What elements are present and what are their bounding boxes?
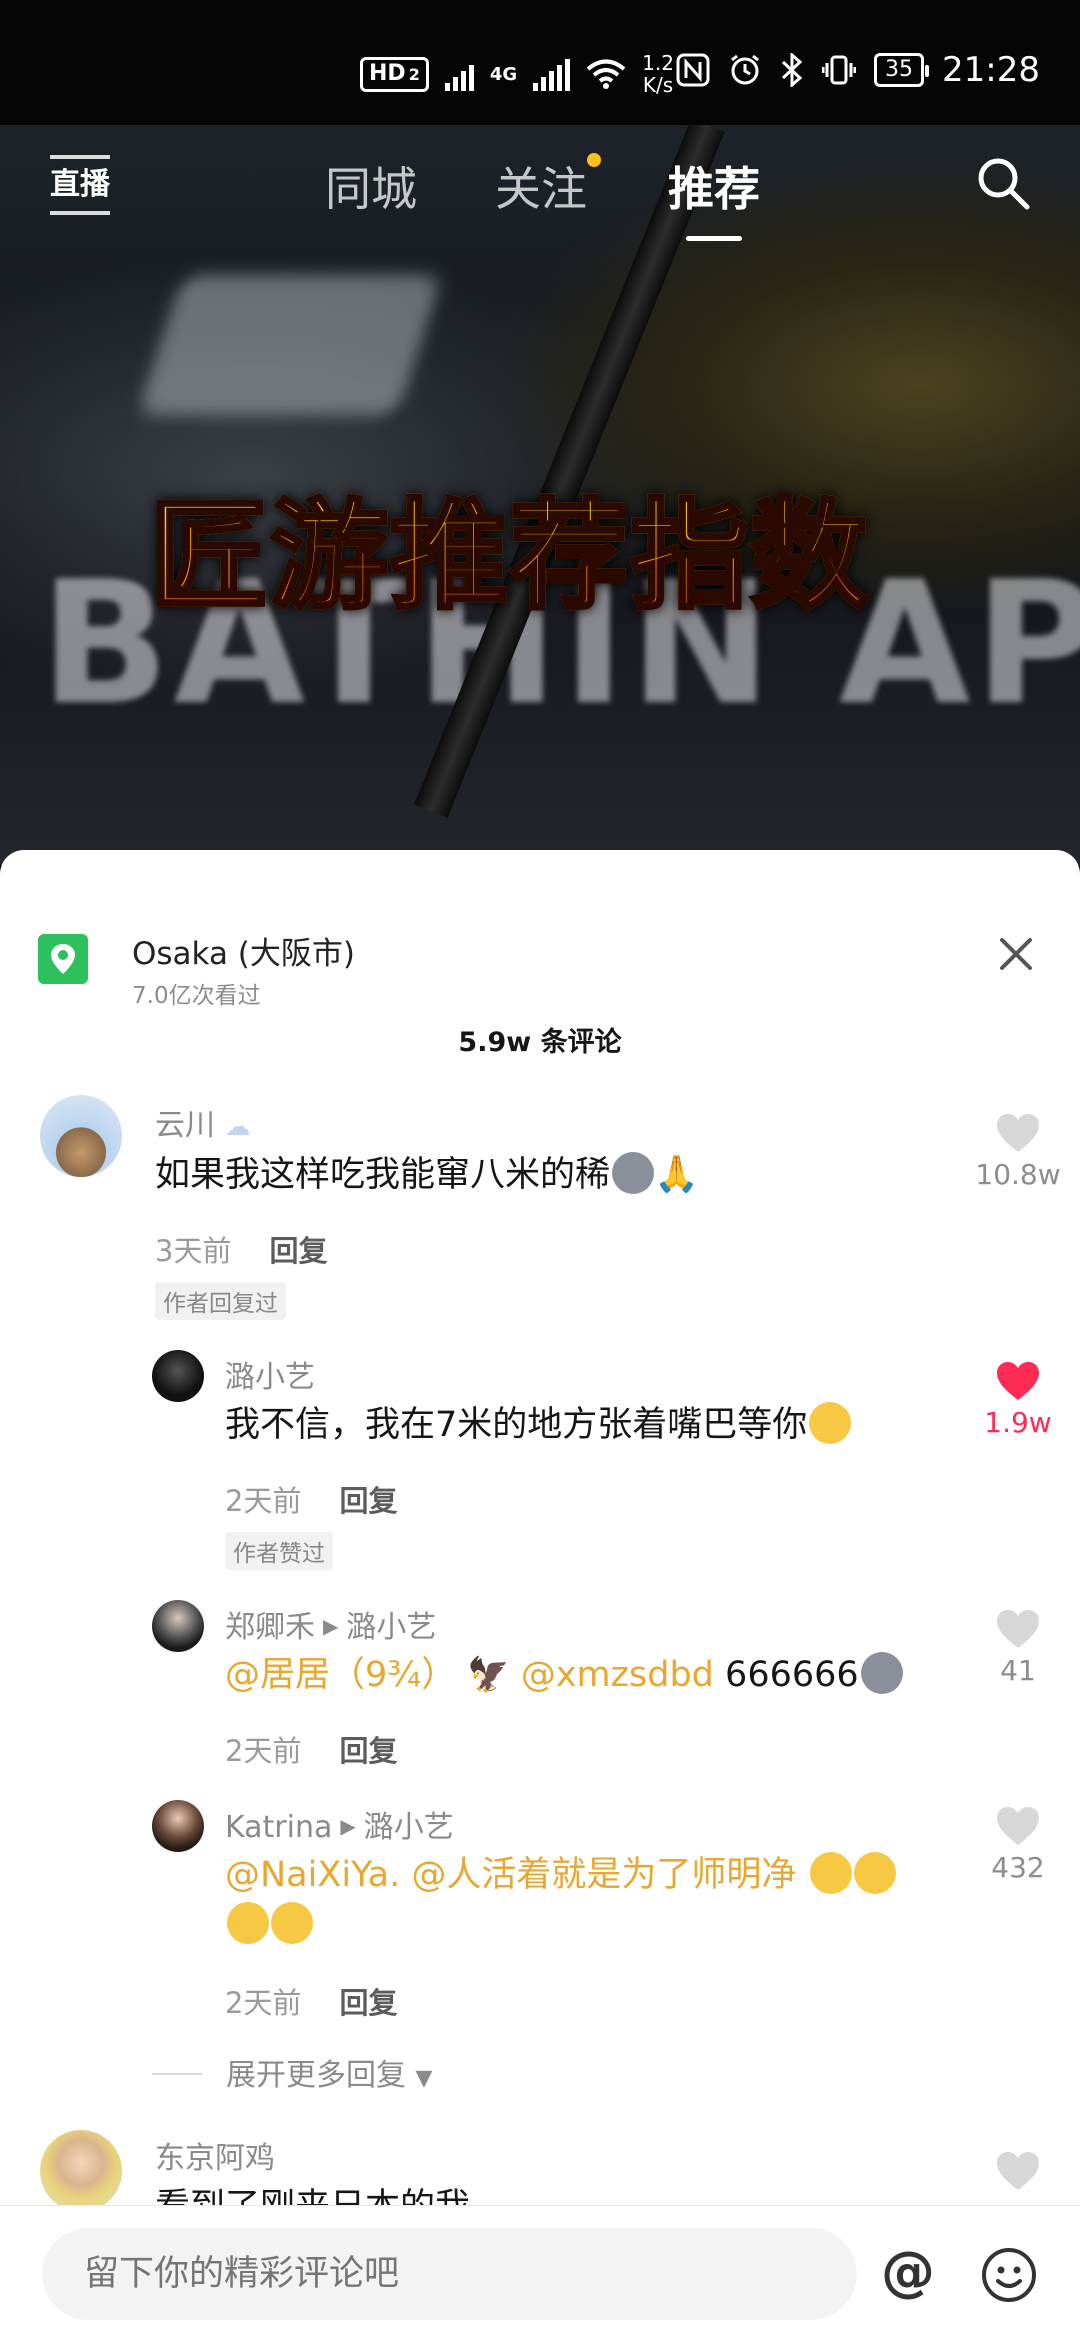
signal-bars-icon <box>444 57 474 91</box>
comment-author[interactable]: 郑卿禾 ▶ 潞小艺 <box>225 1602 436 1646</box>
comment-text: @NaiXiYa. @人活着就是为了师明净 <box>225 1850 896 1900</box>
author-liked-badge: 作者赞过 <box>225 1532 333 1570</box>
rofl-emoji-icon <box>809 1852 852 1894</box>
avatar[interactable] <box>40 1095 122 1177</box>
nfc-icon <box>676 53 710 87</box>
battery-indicator: 35 <box>874 53 930 87</box>
comment-sheet: Osaka (大阪市) 7.0亿次看过 5.9w 条评论 云川 ☁ 如果我这样吃… <box>0 850 1080 2340</box>
mention-button[interactable]: @ <box>880 2245 936 2302</box>
husky-emoji-icon <box>860 1652 903 1694</box>
husky-emoji-icon <box>612 1152 655 1194</box>
unread-dot <box>587 153 601 167</box>
comment-count: 5.9w 条评论 <box>458 1027 622 1058</box>
alarm-icon <box>731 54 759 85</box>
author-replied-badge: 作者回复过 <box>155 1282 286 1320</box>
avatar[interactable] <box>152 1800 204 1852</box>
like-count: 41 <box>1000 1654 1036 1687</box>
location-views: 7.0亿次看过 <box>132 983 261 1009</box>
blurred-logo-shape <box>137 275 443 415</box>
bluetooth-icon <box>781 53 803 87</box>
comment-meta: 2天前 回复 <box>225 1484 398 1518</box>
comment-input[interactable] <box>42 2228 857 2320</box>
like-count: 1.9w <box>984 1406 1052 1439</box>
chevron-down-icon: ▼ <box>415 2066 433 2091</box>
flushed-emoji-icon <box>809 1402 852 1444</box>
like-button[interactable]: 432 <box>963 1805 1073 1884</box>
close-icon[interactable] <box>990 928 1042 980</box>
reply-button[interactable]: 回复 <box>339 1734 397 1768</box>
video-overlay-title: 匠游推荐指数 <box>148 460 870 631</box>
reply-arrow-icon: ▶ <box>340 1814 356 1838</box>
heart-icon <box>997 2152 1039 2190</box>
signal-bars-2-icon <box>533 57 571 91</box>
tab-following[interactable]: 关注 <box>495 153 601 219</box>
comment-meta: 3天前 回复 <box>155 1234 328 1268</box>
active-tab-indicator <box>686 236 742 241</box>
heart-icon <box>997 1610 1039 1648</box>
search-icon[interactable] <box>975 155 1031 211</box>
comment-input-bar: @ <box>0 2205 1080 2340</box>
status-right-group: 35 21:28 <box>676 50 1040 90</box>
mention-link[interactable]: @NaiXiYa. <box>225 1855 400 1895</box>
live-button[interactable]: 直播 <box>50 155 110 215</box>
comment-text-continued <box>225 1900 313 1950</box>
avatar[interactable] <box>40 2130 122 2212</box>
location-pin-icon <box>38 934 88 984</box>
comment-text: 我不信，我在7米的地方张着嘴巴等你 <box>225 1400 852 1450</box>
like-button[interactable]: 41 <box>963 1608 1073 1687</box>
avatar[interactable] <box>152 1350 204 1402</box>
comment-meta: 2天前 回复 <box>225 1986 398 2020</box>
comment-author[interactable]: 云川 ☁ <box>155 1100 251 1144</box>
status-left-group: HD 2 4G 1.2 K/s <box>360 52 674 96</box>
reply-button[interactable]: 回复 <box>339 1484 397 1518</box>
heart-icon <box>997 1807 1039 1845</box>
like-button[interactable]: 10.8w <box>963 1112 1073 1191</box>
comment-author[interactable]: 潞小艺 <box>225 1352 315 1396</box>
like-button[interactable]: 1.9w <box>963 1360 1073 1439</box>
wifi-icon <box>586 59 626 89</box>
clock: 21:28 <box>942 50 1040 90</box>
expand-replies-button[interactable]: 展开更多回复 ▼ <box>152 2050 432 2094</box>
comment-text: @居居（9¾） 🦅 @xmzsdbd 666666 <box>225 1650 903 1700</box>
comment-author[interactable]: 东京阿鸡 <box>155 2133 275 2177</box>
status-bar: HD 2 4G 1.2 K/s 35 21:28 <box>0 0 1080 125</box>
mention-link[interactable]: @xmzsdbd <box>521 1655 714 1695</box>
like-count: 432 <box>991 1851 1045 1884</box>
hd-voice-indicator: HD 2 <box>360 56 429 92</box>
pray-emoji-icon: 🙏 <box>654 1154 699 1195</box>
comment-author[interactable]: Katrina ▶ 潞小艺 <box>225 1802 454 1846</box>
emoji-icon[interactable] <box>980 2246 1038 2304</box>
mention-link[interactable]: @人活着就是为了师明净 <box>411 1855 796 1895</box>
heart-filled-icon <box>997 1362 1039 1400</box>
top-navigation: 直播 同城 关注 推荐 <box>0 125 1080 255</box>
reply-arrow-icon: ▶ <box>323 1614 339 1638</box>
rofl-emoji-icon <box>271 1902 313 1944</box>
comment-meta: 2天前 回复 <box>225 1734 398 1768</box>
eagle-emoji-icon: 🦅 <box>467 1655 510 1695</box>
rofl-emoji-icon <box>227 1902 269 1944</box>
mention-link[interactable]: @居居（9¾） <box>225 1655 456 1695</box>
like-count: 10.8w <box>975 1158 1061 1191</box>
reply-button[interactable]: 回复 <box>339 1986 397 2020</box>
cloud-emoji-icon: ☁ <box>224 1112 251 1142</box>
tab-local[interactable]: 同城 <box>325 153 417 219</box>
network-type: 4G <box>489 63 518 85</box>
tab-recommended[interactable]: 推荐 <box>668 153 760 241</box>
network-speed: 1.2 K/s <box>642 51 674 97</box>
location-name: Osaka (大阪市) <box>132 936 355 972</box>
reply-button[interactable]: 回复 <box>269 1234 327 1268</box>
like-button[interactable] <box>963 2150 1073 2192</box>
location-row[interactable]: Osaka (大阪市) 7.0亿次看过 <box>0 890 1080 1009</box>
vibrate-icon <box>822 55 857 85</box>
avatar[interactable] <box>152 1600 204 1652</box>
rofl-emoji-icon <box>853 1852 896 1894</box>
comment-text: 如果我这样吃我能窜八米的稀 🙏 <box>155 1152 699 1195</box>
heart-icon <box>997 1114 1039 1152</box>
